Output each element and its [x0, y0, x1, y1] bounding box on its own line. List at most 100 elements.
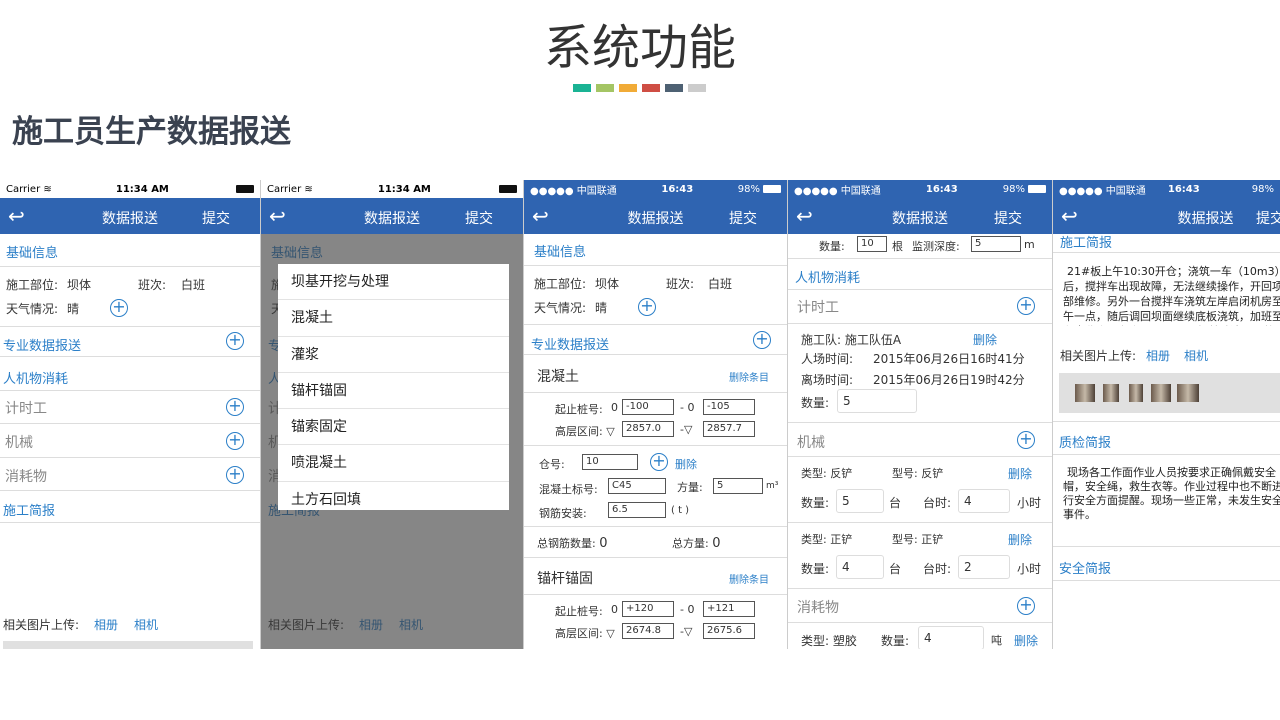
submit-button[interactable]: 提交 [1256, 208, 1280, 228]
submit-button[interactable]: 提交 [465, 208, 493, 228]
plus-circle-icon[interactable]: + [650, 453, 668, 471]
quality-text: 现场各工作面作业人员按要求正确佩戴安全帽，安全绳，救生衣等。作业过程中也不断进行… [1063, 466, 1280, 521]
grade-label: 混凝土标号: [539, 483, 598, 496]
entry-time-label: 人场时间: [801, 352, 854, 366]
nav-title: 数据报送 [1177, 211, 1234, 227]
submit-button[interactable]: 提交 [729, 208, 757, 228]
delete-link[interactable]: 删除 [1008, 465, 1032, 482]
plus-circle-icon[interactable]: + [226, 466, 244, 484]
photo-thumbnail[interactable] [1103, 384, 1119, 402]
qty-input[interactable]: 10 [857, 236, 887, 252]
plus-circle-icon[interactable]: + [226, 432, 244, 450]
pile-label: 起止桩号: [555, 605, 603, 618]
shift-value: 白班 [181, 278, 206, 292]
pile-prefix: 0 [611, 401, 618, 414]
picker-option[interactable]: 坝基开挖与处理 [278, 264, 509, 301]
photo-thumbnail[interactable] [1075, 384, 1095, 402]
wifi-icon: ≋ [43, 183, 52, 195]
picker-option[interactable]: 土方石回填 [278, 482, 509, 510]
plus-circle-icon[interactable]: + [1017, 597, 1035, 615]
plus-circle-icon[interactable]: + [753, 331, 771, 349]
type-label: 类型: 正铲 [801, 533, 853, 546]
machine-label: 机械 [5, 435, 33, 451]
plus-circle-icon[interactable]: + [1017, 297, 1035, 315]
hours-label: 台时: [923, 562, 952, 576]
camera-link[interactable]: 相机 [1184, 347, 1208, 364]
picker-option[interactable]: 锚索固定 [278, 409, 509, 446]
section-basic: 基础信息 [534, 245, 587, 260]
delete-item-link[interactable]: 删除条目 [729, 369, 769, 384]
plus-circle-icon[interactable]: + [1017, 431, 1035, 449]
carrier: ●●●●● 中国联通 [794, 185, 881, 197]
page-title: 系统功能 [543, 20, 736, 76]
delete-link[interactable]: 删除 [1014, 632, 1038, 649]
pile-start-input[interactable]: -100 [622, 399, 674, 415]
phone-screen-5: ●●●●● 中国联通 16:43 98% ↩ 数据报送 提交 施工简报 21#板… [1053, 180, 1280, 649]
delete-link[interactable]: 删除 [675, 456, 697, 472]
picker-option[interactable]: 锚杆锚固 [278, 373, 509, 410]
status-time: 11:34 AM [377, 183, 431, 195]
picker-option[interactable]: 喷混凝土 [278, 445, 509, 482]
navbar: ↩ 数据报送 提交 [261, 198, 523, 234]
photo-thumbnail[interactable] [1177, 384, 1199, 402]
plus-circle-icon[interactable]: + [638, 298, 656, 316]
bin-input[interactable]: 10 [582, 454, 638, 470]
page-subtitle: 施工员生产数据报送 [12, 114, 291, 150]
total-rebar-label: 总钢筋数量: 0 [537, 536, 608, 551]
color-swatch [596, 84, 614, 92]
album-link[interactable]: 相册 [94, 616, 118, 633]
plus-circle-icon[interactable]: + [110, 299, 128, 317]
picker-option[interactable]: 混凝土 [278, 300, 509, 337]
delete-link[interactable]: 删除 [1008, 531, 1032, 548]
section-people-machine: 人机物消耗 [795, 271, 861, 286]
anchor-title: 锚杆锚固 [537, 571, 593, 587]
pile-end-input[interactable]: +121 [703, 601, 755, 617]
plus-circle-icon[interactable]: + [226, 332, 244, 350]
elevation-end-input[interactable]: 2675.6 [703, 623, 755, 639]
count-input[interactable]: 5 [837, 389, 917, 413]
phone-screen-3: ●●●●● 中国联通 16:43 98% ↩ 数据报送 提交 基础信息 施工部位… [524, 180, 788, 649]
pile-start-input[interactable]: +120 [622, 601, 674, 617]
qty-label: 数量: [819, 240, 845, 253]
hours-input[interactable]: 2 [958, 555, 1010, 579]
elevation-sep: -▽ [680, 423, 693, 436]
machine-qty-input[interactable]: 5 [836, 489, 884, 513]
unit-hour: 小时 [1017, 562, 1042, 576]
color-swatch [642, 84, 660, 92]
image-strip [1059, 373, 1280, 413]
phone-screen-2: Carrier ≋ 11:34 AM ↩ 数据报送 提交 基础信息 施工部位: … [261, 180, 524, 649]
delete-item-link[interactable]: 删除条目 [729, 571, 769, 586]
qty-unit: 根 [892, 240, 903, 253]
section-brief: 施工简报 [1060, 236, 1113, 251]
album-link[interactable]: 相册 [1146, 347, 1170, 364]
submit-button[interactable]: 提交 [994, 208, 1022, 228]
elevation-end-input[interactable]: 2857.7 [703, 421, 755, 437]
pile-end-input[interactable]: -105 [703, 399, 755, 415]
battery-icon [496, 184, 517, 195]
machine-qty-input[interactable]: 4 [836, 555, 884, 579]
volume-input[interactable]: 5 [713, 478, 763, 494]
weather-label: 天气情况: [6, 302, 59, 316]
exit-time-label: 离场时间: [801, 373, 854, 387]
unit-tai: 台 [889, 562, 902, 576]
grade-input[interactable]: C45 [608, 478, 666, 494]
rebar-input[interactable]: 6.5 [608, 502, 666, 518]
consumable-qty-input[interactable]: 4 [918, 626, 984, 649]
photo-thumbnail[interactable] [1151, 384, 1171, 402]
section-basic: 基础信息 [6, 246, 59, 261]
photo-thumbnail[interactable] [1129, 384, 1143, 402]
status-bar: ●●●●● 中国联通 16:43 98% [788, 180, 1052, 198]
camera-link[interactable]: 相机 [134, 616, 158, 633]
section-safety: 安全简报 [1059, 562, 1112, 577]
submit-button[interactable]: 提交 [202, 208, 230, 228]
delete-link[interactable]: 删除 [973, 331, 997, 348]
shift-label: 班次: [138, 278, 167, 292]
depth-input[interactable]: 5 [971, 236, 1021, 252]
plus-circle-icon[interactable]: + [226, 398, 244, 416]
rebar-label: 钢筋安装: [539, 507, 587, 520]
status-time: 16:43 [1167, 183, 1200, 195]
elevation-start-input[interactable]: 2857.0 [622, 421, 674, 437]
elevation-start-input[interactable]: 2674.8 [622, 623, 674, 639]
hours-input[interactable]: 4 [958, 489, 1010, 513]
picker-option[interactable]: 灌浆 [278, 337, 509, 373]
